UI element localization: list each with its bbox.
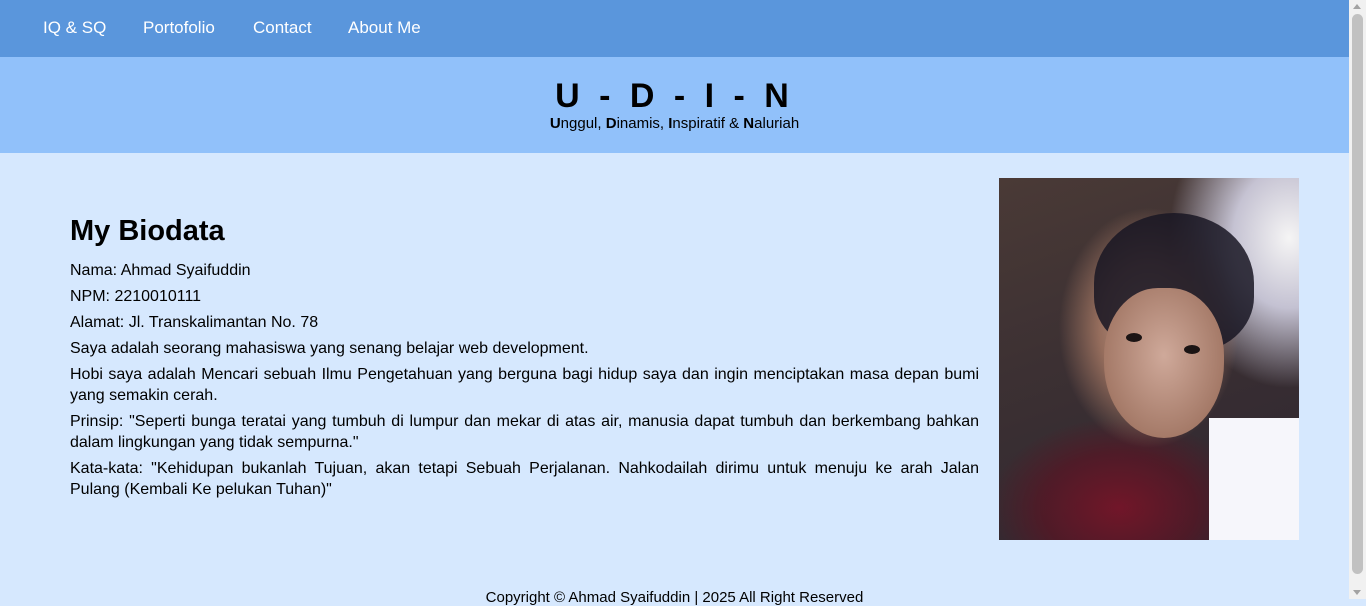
site-tagline: Unggul, Dinamis, Inspiratif & Naluriah <box>0 115 1349 132</box>
profile-photo <box>999 178 1299 540</box>
biodata-quote: Kata-kata: "Kehidupan bukanlah Tujuan, a… <box>70 460 979 498</box>
biodata-address: Alamat: Jl. Transkalimantan No. 78 <box>70 314 319 331</box>
photo-left-eye <box>1126 333 1142 342</box>
biodata-npm: NPM: 2210010111 <box>70 288 202 305</box>
tagline-initial-n: N <box>743 115 755 132</box>
photo-light-glare <box>1209 418 1299 540</box>
top-navbar: IQ & SQ Portofolio Contact About Me <box>0 0 1349 57</box>
biodata-intro: Saya adalah seorang mahasiswa yang senan… <box>70 340 589 357</box>
nav-link-portofolio[interactable]: Portofolio <box>143 18 215 38</box>
tagline-initial-u: U <box>549 115 561 132</box>
tagline-word-dinamis: inamis, <box>616 115 669 132</box>
biodata-name: Nama: Ahmad Syaifuddin <box>70 262 251 279</box>
site-header: U - D - I - N Unggul, Dinamis, Inspirati… <box>0 57 1349 153</box>
scroll-up-arrow-icon[interactable] <box>1353 4 1361 9</box>
biodata-hobby: Hobi saya adalah Mencari sebuah Ilmu Pen… <box>70 366 979 404</box>
vertical-scrollbar[interactable] <box>1349 0 1366 599</box>
nav-link-iq-sq[interactable]: IQ & SQ <box>43 18 106 38</box>
tagline-initial-d: D <box>605 115 617 132</box>
site-title: U - D - I - N <box>555 77 794 115</box>
biodata-heading: My Biodata <box>70 215 225 247</box>
tagline-word-unggul: nggul, <box>560 115 606 132</box>
biodata-section: My Biodata Nama: Ahmad Syaifuddin NPM: 2… <box>70 213 979 505</box>
tagline-word-naluriah: aluriah <box>754 115 800 132</box>
photo-face <box>1104 288 1224 438</box>
scroll-down-arrow-icon[interactable] <box>1353 590 1361 595</box>
tagline-word-inspiratif: nspiratif & <box>672 115 744 132</box>
biodata-principle: Prinsip: "Seperti bunga teratai yang tum… <box>70 413 979 451</box>
nav-link-contact[interactable]: Contact <box>253 18 312 38</box>
photo-right-eye <box>1184 345 1200 354</box>
scrollbar-thumb[interactable] <box>1352 14 1363 574</box>
nav-link-about-me[interactable]: About Me <box>348 18 421 38</box>
page-footer: Copyright © Ahmad Syaifuddin | 2025 All … <box>485 589 864 606</box>
